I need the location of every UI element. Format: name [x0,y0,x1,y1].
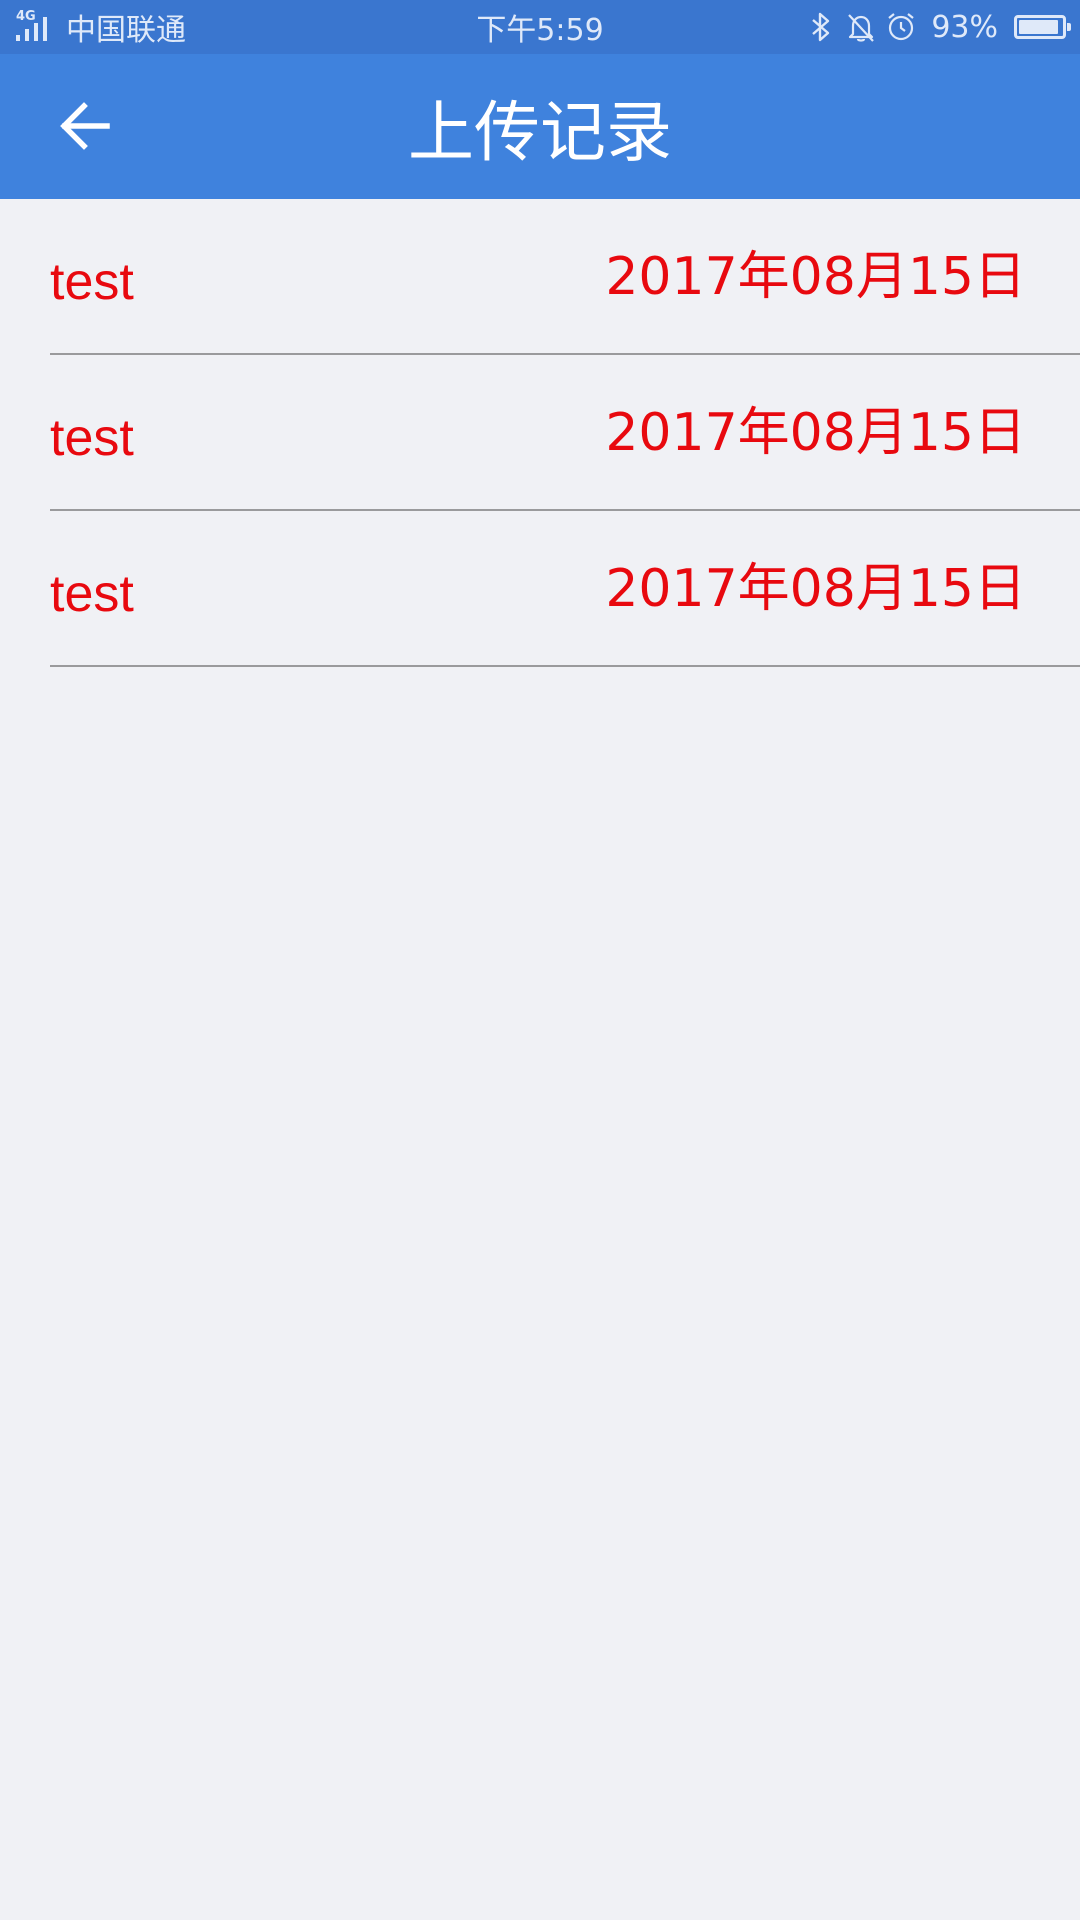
record-row[interactable]: test 2017年08月15日 [0,199,1080,355]
row-divider [50,665,1080,667]
record-name: test [50,253,134,311]
record-list: test 2017年08月15日 test 2017年08月15日 test 2017年0… [0,199,1080,667]
arrow-left-icon [60,102,110,150]
record-date: 2017年08月15日 [605,247,1026,307]
record-date: 2017年08月15日 [605,403,1026,463]
record-name: test [50,565,134,623]
record-row[interactable]: test 2017年08月15日 [0,355,1080,511]
app-bar: 上传记录 [0,54,1080,199]
battery-level-fill [1019,20,1059,34]
bell-off-icon [843,9,879,45]
alarm-icon [883,9,919,45]
battery-icon [1014,15,1071,39]
page-title: 上传记录 [408,93,672,171]
bluetooth-icon [803,9,839,45]
record-name: test [50,409,134,467]
back-button[interactable] [40,86,130,166]
status-bar: 4G 中国联通 下午5:59 93% [0,0,1080,54]
record-row[interactable]: test 2017年08月15日 [0,511,1080,667]
battery-percentage: 93% [931,9,998,45]
record-date: 2017年08月15日 [605,559,1026,619]
status-right: 93% [803,0,1071,54]
